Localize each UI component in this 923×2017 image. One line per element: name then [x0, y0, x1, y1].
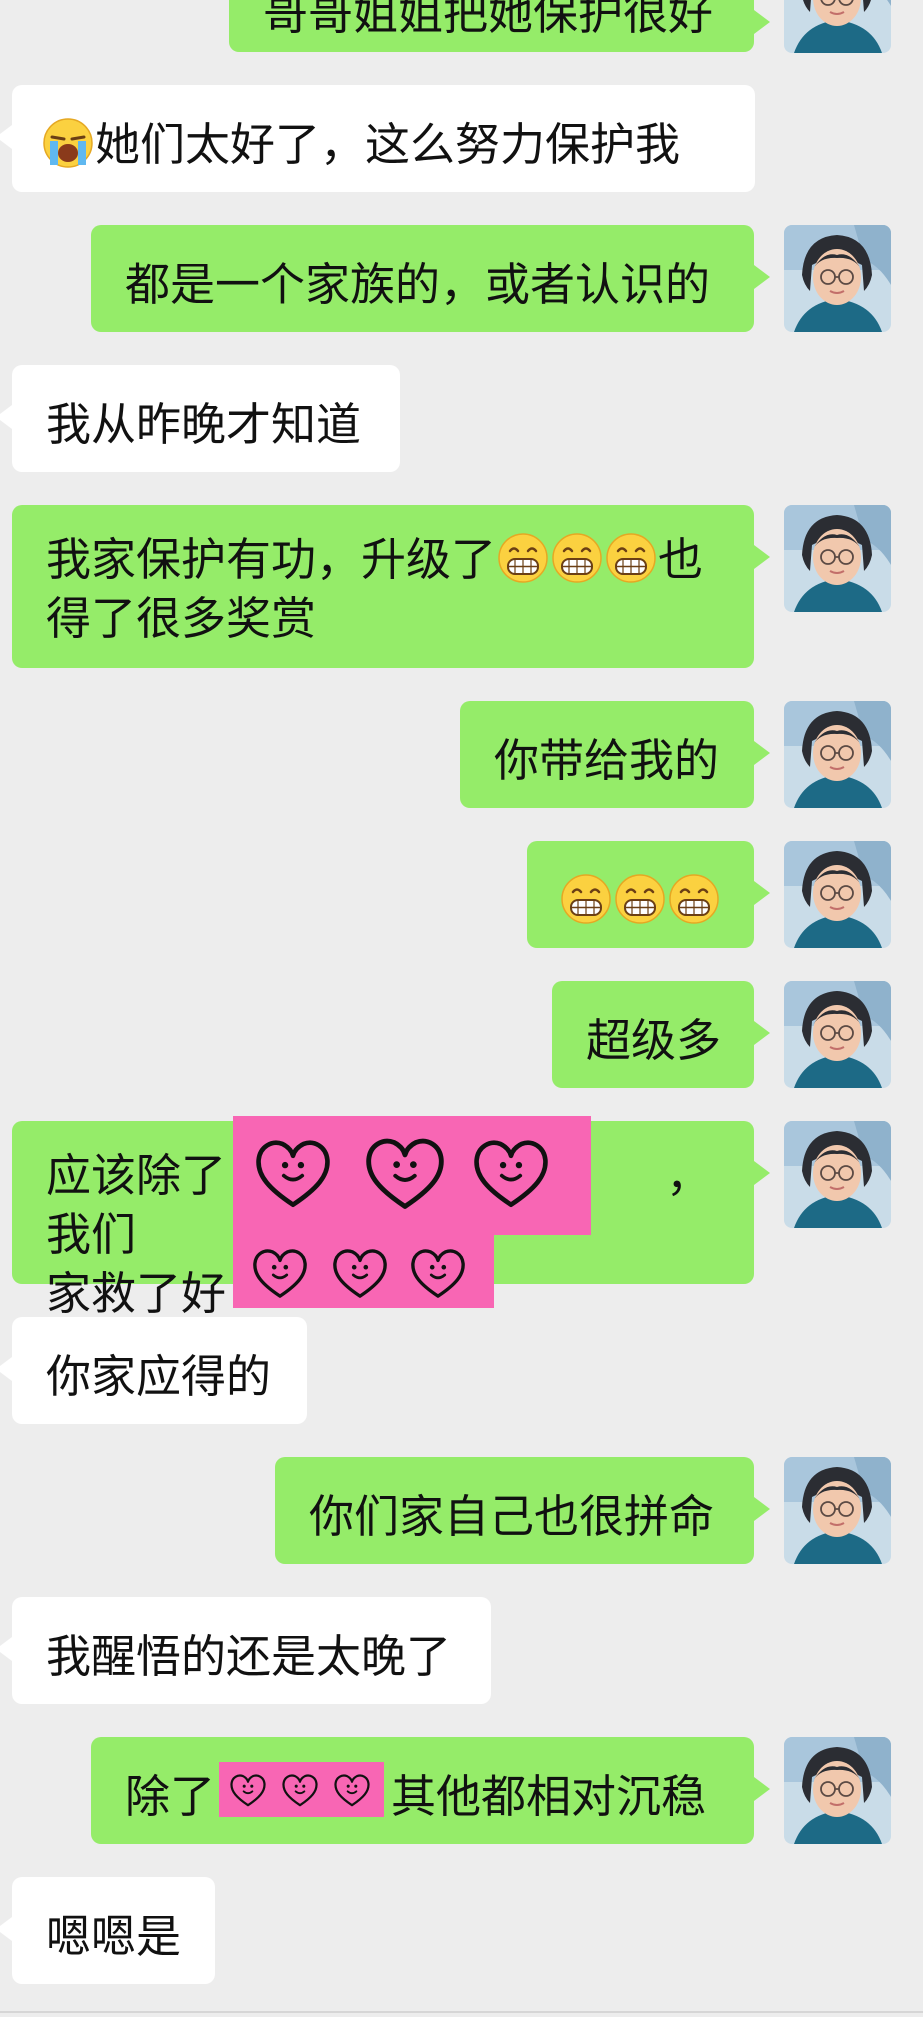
avatar[interactable] [784, 225, 891, 332]
message-bubble-them[interactable]: 我从昨晚才知道 [0, 365, 400, 472]
message-text: 嗯嗯是 [46, 1910, 182, 1963]
grinning-emoji [551, 532, 603, 584]
avatar[interactable] [784, 841, 891, 948]
grinning-emoji [605, 532, 657, 584]
message-text: 我醒悟的还是太晚了 [46, 1630, 452, 1683]
avatar[interactable] [784, 701, 891, 808]
redaction-sticker [233, 1116, 591, 1235]
message-text: 除了 [125, 1770, 216, 1823]
message-text: 应该除了 [46, 1149, 227, 1202]
avatar[interactable] [784, 981, 891, 1088]
message-text: 你家应得的 [46, 1350, 272, 1403]
grinning-emoji [497, 532, 549, 584]
heart-icon [253, 1136, 333, 1210]
message-text: 你带给我的 [494, 734, 720, 787]
message-bubble-me[interactable]: 都是一个家族的，或者认识的 [91, 225, 770, 332]
grinning-emoji [560, 873, 612, 925]
message-bubble-them[interactable]: 她们太好了，这么努力保护我 [0, 85, 755, 192]
heart-icon [409, 1246, 467, 1300]
heart-icon [331, 1246, 389, 1300]
heart-icon [333, 1772, 371, 1808]
message-bubble-me[interactable]: 哥哥姐姐把她保护很好 [229, 0, 770, 52]
avatar[interactable] [784, 1737, 891, 1844]
avatar[interactable] [784, 1457, 891, 1564]
heart-icon [251, 1246, 309, 1300]
message-bubble-me[interactable] [527, 841, 770, 948]
message-text: 其他都相对沉稳 [391, 1770, 707, 1823]
message-text: 得了很多奖赏 [46, 592, 317, 645]
message-text: 超级多 [586, 1014, 722, 1067]
message-bubble-me[interactable]: 超级多 [552, 981, 770, 1088]
message-bubble-me[interactable]: 我家保护有功，升级了 也 得了很多奖赏 [12, 505, 770, 668]
message-text: 也 [658, 533, 704, 586]
message-text: 你们家自己也很拼命 [309, 1490, 715, 1543]
message-bubble-me[interactable]: 你带给我的 [460, 701, 770, 808]
redaction-sticker [219, 1762, 384, 1817]
message-bubble-them[interactable]: 你家应得的 [0, 1317, 307, 1424]
divider [0, 2011, 923, 2013]
heart-icon [229, 1772, 267, 1808]
avatar[interactable] [784, 1121, 891, 1228]
avatar[interactable] [784, 0, 891, 53]
heart-icon [281, 1772, 319, 1808]
message-text: 她们太好了，这么努力保护我 [95, 118, 681, 171]
grinning-emoji [668, 873, 720, 925]
message-bubble-them[interactable]: 我醒悟的还是太晚了 [0, 1597, 491, 1704]
message-text: 都是一个家族的，或者认识的 [125, 258, 711, 311]
message-text: 哥哥姐姐把她保护很好 [263, 0, 714, 40]
message-bubble-them[interactable]: 嗯嗯是 [0, 1877, 215, 1984]
avatar[interactable] [784, 505, 891, 612]
grinning-emoji [614, 873, 666, 925]
crying-emoji [42, 117, 94, 169]
message-text: 我家保护有功，升级了 [46, 533, 497, 586]
heart-icon [363, 1134, 447, 1212]
message-bubble-me[interactable]: 除了 其他都相对沉稳 [91, 1737, 770, 1844]
heart-icon [471, 1136, 551, 1210]
redaction-sticker [233, 1235, 494, 1308]
message-bubble-me[interactable]: 你们家自己也很拼命 [275, 1457, 770, 1564]
message-text: 我从昨晚才知道 [46, 398, 362, 451]
